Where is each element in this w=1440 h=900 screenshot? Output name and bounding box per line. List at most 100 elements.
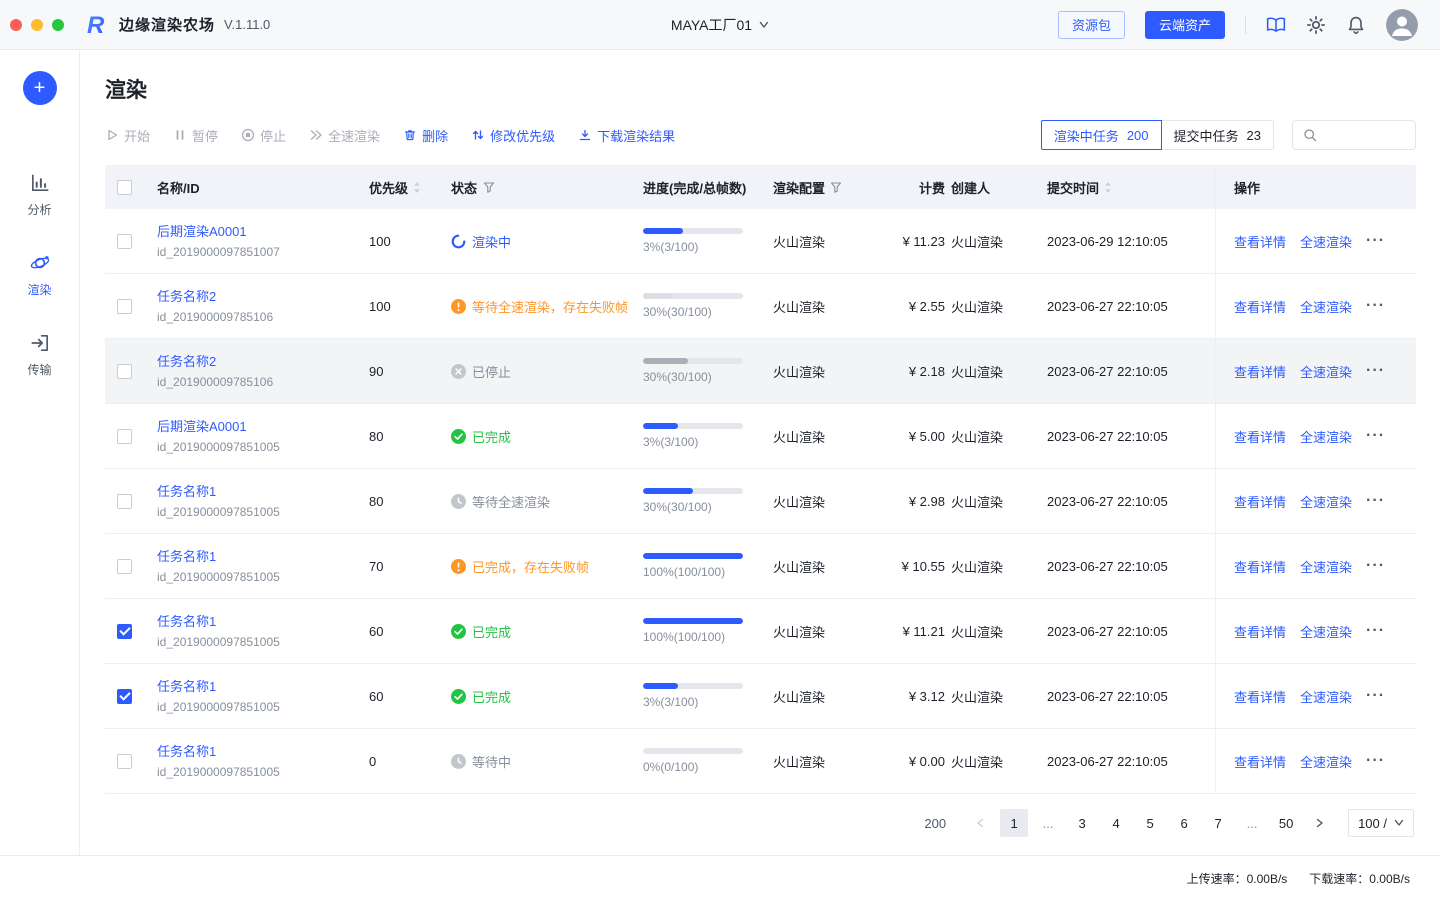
row-checkbox[interactable]: [117, 299, 132, 314]
view-details-link[interactable]: 查看详情: [1234, 687, 1286, 706]
sort-icon[interactable]: [1104, 181, 1112, 194]
more-actions-icon[interactable]: ···: [1366, 752, 1385, 770]
filter-funnel-icon[interactable]: [483, 181, 495, 193]
view-details-link[interactable]: 查看详情: [1234, 297, 1286, 316]
task-name-link[interactable]: 任务名称1: [157, 613, 216, 631]
sidebar-item-analysis[interactable]: 分析: [0, 155, 79, 235]
table-row[interactable]: 任务名称1id_2019000097851005 0 等待中 0%(0/100)…: [105, 729, 1416, 794]
page-button-3[interactable]: 3: [1068, 809, 1096, 837]
row-checkbox[interactable]: [117, 429, 132, 444]
more-actions-icon[interactable]: ···: [1366, 362, 1385, 380]
fullspeed-render-link[interactable]: 全速渲染: [1300, 297, 1352, 316]
table-row[interactable]: 后期渲染A0001id_2019000097851007 100 渲染中 3%(…: [105, 209, 1416, 274]
sidebar-item-render[interactable]: 渲染: [0, 235, 79, 315]
col-status-header[interactable]: 状态: [451, 178, 643, 197]
fullspeed-render-link[interactable]: 全速渲染: [1300, 362, 1352, 381]
task-name-link[interactable]: 任务名称2: [157, 288, 216, 306]
fullspeed-render-link[interactable]: 全速渲染: [1300, 752, 1352, 771]
more-actions-icon[interactable]: ···: [1366, 557, 1385, 575]
view-details-link[interactable]: 查看详情: [1234, 427, 1286, 446]
task-name-link[interactable]: 任务名称1: [157, 743, 216, 761]
fullspeed-render-link[interactable]: 全速渲染: [1300, 492, 1352, 511]
sidebar-item-transfer[interactable]: 传输: [0, 315, 79, 395]
col-time-header[interactable]: 提交时间: [1047, 178, 1215, 197]
window-minimize-button[interactable]: [31, 19, 43, 31]
window-maximize-button[interactable]: [52, 19, 64, 31]
notifications-bell-icon[interactable]: [1346, 15, 1366, 35]
view-details-link[interactable]: 查看详情: [1234, 232, 1286, 251]
page-button-50[interactable]: 50: [1272, 809, 1300, 837]
row-checkbox[interactable]: [117, 559, 132, 574]
select-all-checkbox[interactable]: [117, 180, 132, 195]
table-row[interactable]: 任务名称1id_2019000097851005 60 已完成 100%(100…: [105, 599, 1416, 664]
more-actions-icon[interactable]: ···: [1366, 687, 1385, 705]
table-row[interactable]: 任务名称1id_2019000097851005 80 等待全速渲染 30%(3…: [105, 469, 1416, 534]
search-input[interactable]: [1323, 128, 1405, 143]
table-row[interactable]: 后期渲染A0001id_2019000097851005 80 已完成 3%(3…: [105, 404, 1416, 469]
next-page-button[interactable]: [1306, 809, 1334, 837]
tab-submitting-tasks[interactable]: 提交中任务23: [1161, 120, 1274, 150]
view-details-link[interactable]: 查看详情: [1234, 752, 1286, 771]
task-name-link[interactable]: 后期渲染A0001: [157, 418, 247, 436]
fullspeed-render-link[interactable]: 全速渲染: [1300, 687, 1352, 706]
search-box[interactable]: [1292, 120, 1416, 150]
more-actions-icon[interactable]: ···: [1366, 297, 1385, 315]
modify-priority-button[interactable]: 修改优先级: [471, 126, 555, 145]
view-details-link[interactable]: 查看详情: [1234, 492, 1286, 511]
row-checkbox[interactable]: [117, 754, 132, 769]
table-row[interactable]: 任务名称1id_2019000097851005 70 已完成，存在失败帧 10…: [105, 534, 1416, 599]
render-icon: [29, 252, 51, 274]
more-actions-icon[interactable]: ···: [1366, 492, 1385, 510]
delete-button[interactable]: 删除: [403, 126, 448, 145]
cloud-assets-button[interactable]: 云端资产: [1145, 11, 1225, 39]
page-button-6[interactable]: 6: [1170, 809, 1198, 837]
page-button-4[interactable]: 4: [1102, 809, 1130, 837]
page-size-select[interactable]: 100 /: [1348, 809, 1414, 837]
view-details-link[interactable]: 查看详情: [1234, 362, 1286, 381]
download-results-button[interactable]: 下载渲染结果: [578, 126, 675, 145]
start-button[interactable]: 开始: [105, 126, 150, 145]
pause-button[interactable]: 暂停: [173, 126, 218, 145]
more-actions-icon[interactable]: ···: [1366, 622, 1385, 640]
fullspeed-render-link[interactable]: 全速渲染: [1300, 622, 1352, 641]
docs-book-icon[interactable]: [1266, 15, 1286, 35]
creator: 火山渲染: [951, 557, 1047, 576]
table-row[interactable]: 任务名称2id_201900009785106 100 等待全速渲染，存在失败帧…: [105, 274, 1416, 339]
col-config-header[interactable]: 渲染配置: [773, 178, 891, 197]
task-name-link[interactable]: 任务名称1: [157, 483, 216, 501]
fullspeed-render-link[interactable]: 全速渲染: [1300, 557, 1352, 576]
task-name-link[interactable]: 任务名称1: [157, 548, 216, 566]
page-button-5[interactable]: 5: [1136, 809, 1164, 837]
prev-page-button[interactable]: [966, 809, 994, 837]
user-avatar[interactable]: [1386, 9, 1418, 41]
more-actions-icon[interactable]: ···: [1366, 232, 1385, 250]
tab-rendering-tasks[interactable]: 渲染中任务200: [1041, 120, 1162, 150]
table-row[interactable]: 任务名称2id_201900009785106 90 已停止 30%(30/10…: [105, 339, 1416, 404]
col-priority-header[interactable]: 优先级: [369, 178, 451, 197]
row-checkbox[interactable]: [117, 689, 132, 704]
page-button-1[interactable]: 1: [1000, 809, 1028, 837]
more-actions-icon[interactable]: ···: [1366, 427, 1385, 445]
task-name-link[interactable]: 后期渲染A0001: [157, 223, 247, 241]
task-name-link[interactable]: 任务名称2: [157, 353, 216, 371]
sort-icon[interactable]: [413, 181, 421, 194]
row-checkbox[interactable]: [117, 364, 132, 379]
row-checkbox[interactable]: [117, 494, 132, 509]
filter-funnel-icon[interactable]: [830, 181, 842, 193]
fullspeed-render-button[interactable]: 全速渲染: [309, 126, 380, 145]
fullspeed-render-link[interactable]: 全速渲染: [1300, 427, 1352, 446]
table-row[interactable]: 任务名称1id_2019000097851005 60 已完成 3%(3/100…: [105, 664, 1416, 729]
row-checkbox[interactable]: [117, 234, 132, 249]
new-task-button[interactable]: +: [23, 71, 57, 105]
view-details-link[interactable]: 查看详情: [1234, 557, 1286, 576]
task-name-link[interactable]: 任务名称1: [157, 678, 216, 696]
window-close-button[interactable]: [10, 19, 22, 31]
workspace-selector[interactable]: MAYA工厂01: [671, 15, 769, 35]
page-button-7[interactable]: 7: [1204, 809, 1232, 837]
stop-button[interactable]: 停止: [241, 126, 286, 145]
row-checkbox[interactable]: [117, 624, 132, 639]
settings-gear-icon[interactable]: [1306, 15, 1326, 35]
fullspeed-render-link[interactable]: 全速渲染: [1300, 232, 1352, 251]
view-details-link[interactable]: 查看详情: [1234, 622, 1286, 641]
resource-pack-button[interactable]: 资源包: [1058, 11, 1125, 39]
